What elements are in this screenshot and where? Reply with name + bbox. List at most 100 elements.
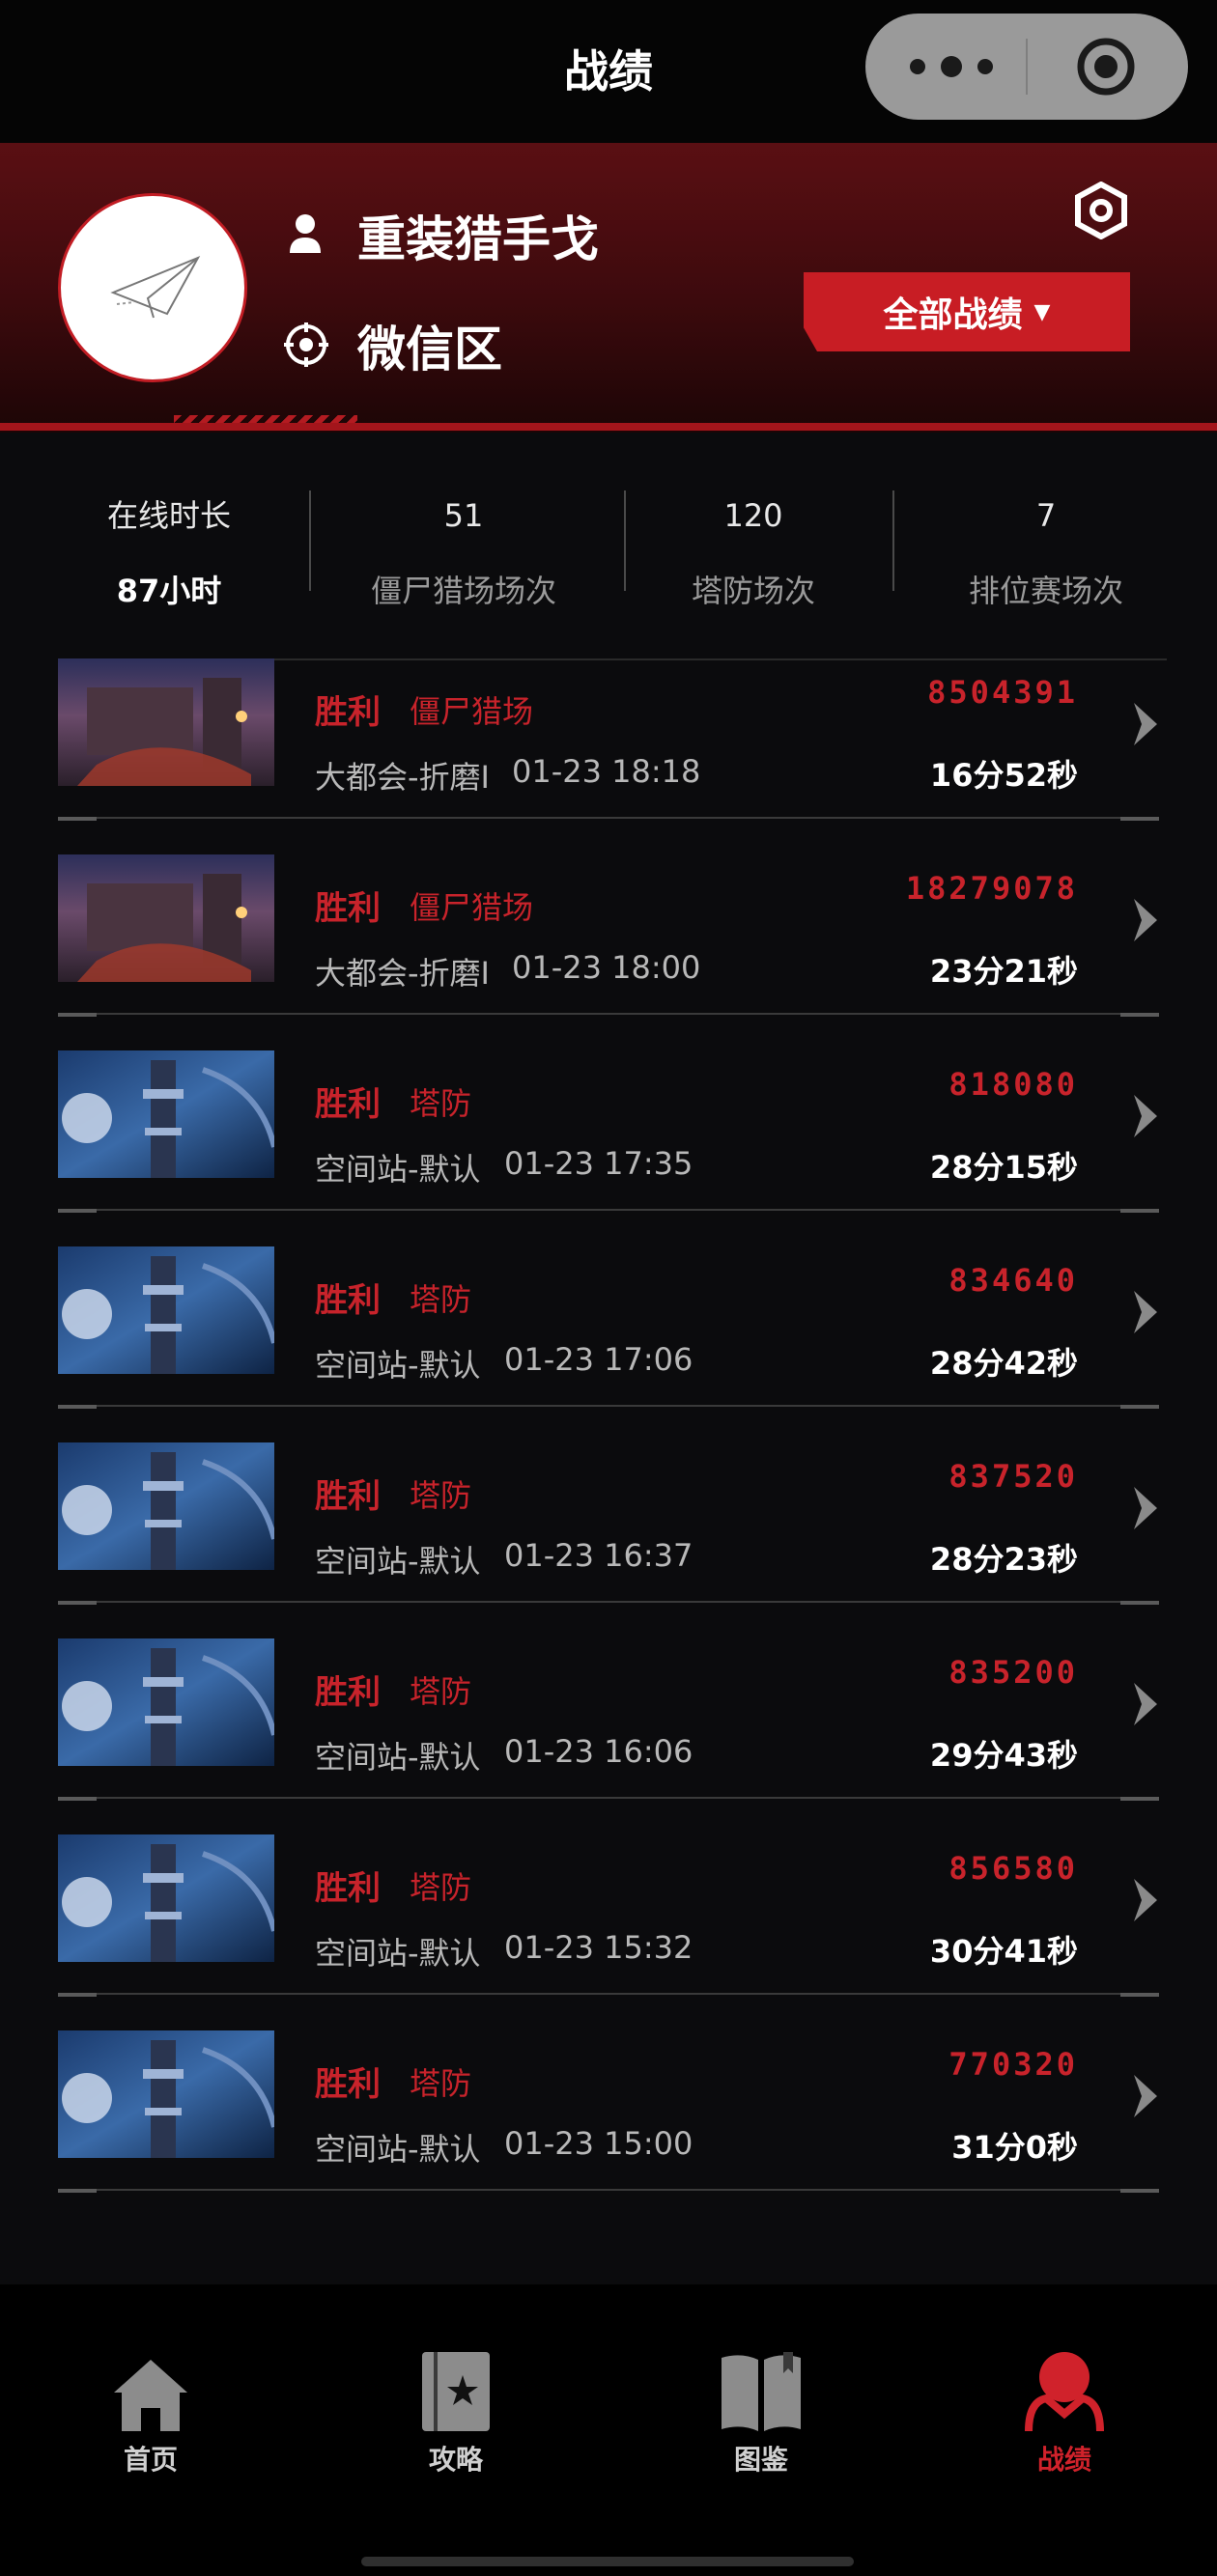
- match-mode: 塔防: [410, 1477, 472, 1514]
- row-divider-tick: [1120, 1993, 1159, 1997]
- row-divider: [58, 1013, 1159, 1015]
- match-time: 01-23 16:06: [504, 1733, 693, 1770]
- match-score: 770320: [948, 2046, 1078, 2083]
- match-time: 01-23 18:00: [512, 949, 701, 986]
- row-divider-tick: [1120, 1405, 1159, 1409]
- stat-label: 在线时长: [106, 497, 231, 534]
- match-mode: 僵尸猎场: [410, 693, 534, 730]
- stat-label: 僵尸猎场场次: [370, 573, 556, 609]
- match-row[interactable]: 胜利 塔防 空间站-默认 01-23 15:32 856580 30分41秒: [58, 1834, 1167, 2030]
- chevron-right-icon: [1134, 1879, 1157, 1921]
- row-divider-tick: [58, 1013, 97, 1017]
- profile-header: 重装猎手戈 微信区 全部战绩 ▼: [0, 143, 1217, 433]
- match-duration: 28分42秒: [929, 1345, 1078, 1382]
- match-mode: 塔防: [410, 1281, 472, 1318]
- row-divider: [58, 1993, 1159, 1995]
- match-result: 胜利: [315, 1673, 381, 1712]
- chevron-right-icon: [1134, 1683, 1157, 1725]
- capsule-divider: [1026, 39, 1028, 95]
- profile-icon: [1025, 2352, 1104, 2432]
- close-miniprogram-icon[interactable]: [1076, 37, 1136, 97]
- match-result: 胜利: [315, 1281, 381, 1320]
- map-name: 空间站-默认: [315, 1151, 481, 1188]
- match-row[interactable]: 胜利 僵尸猎场 大都会-折磨I 01-23 18:00 18279078 23分…: [58, 854, 1167, 1050]
- match-mode: 塔防: [410, 1085, 472, 1122]
- stat-value: 51: [443, 497, 484, 534]
- row-divider-tick: [58, 1209, 97, 1213]
- match-row[interactable]: 胜利 塔防 空间站-默认 01-23 17:06 834640 28分42秒: [58, 1246, 1167, 1442]
- map-thumbnail: [58, 1442, 274, 1570]
- row-divider: [58, 2189, 1159, 2191]
- open-book-icon: [722, 2352, 801, 2431]
- row-divider-tick: [58, 1797, 97, 1801]
- match-mode: 塔防: [410, 1673, 472, 1710]
- stat-value: 120: [723, 497, 783, 534]
- row-divider: [58, 817, 1159, 819]
- match-result: 胜利: [315, 889, 381, 928]
- bottom-navigation: 首页 攻略 图鉴 战绩: [0, 2284, 1217, 2576]
- stat-ranked: 7 排位赛场次: [935, 492, 1157, 614]
- match-time: 01-23 17:06: [504, 1341, 693, 1378]
- more-options-icon[interactable]: [898, 42, 1005, 91]
- match-row[interactable]: 胜利 僵尸猎场 大都会-折磨I 01-23 18:18 8504391 16分5…: [58, 658, 1167, 854]
- nav-item-codex[interactable]: 图鉴: [655, 2344, 867, 2478]
- nav-label: 攻略: [428, 2444, 483, 2476]
- match-mode: 僵尸猎场: [410, 889, 534, 926]
- region-icon: [284, 322, 328, 367]
- map-thumbnail: [58, 1638, 274, 1766]
- row-divider-tick: [1120, 2189, 1159, 2193]
- home-icon: [114, 2360, 187, 2431]
- nav-item-records[interactable]: 战绩: [958, 2344, 1171, 2478]
- stat-divider: [624, 490, 626, 591]
- match-mode: 塔防: [410, 1869, 472, 1906]
- stat-value: 7: [1035, 497, 1057, 534]
- map-thumbnail: [58, 1834, 274, 1962]
- match-score: 837520: [948, 1458, 1078, 1495]
- filter-label: 全部战绩: [883, 295, 1023, 335]
- match-score: 835200: [948, 1654, 1078, 1691]
- nav-item-home[interactable]: 首页: [44, 2344, 257, 2478]
- user-icon: [290, 214, 321, 253]
- match-result: 胜利: [315, 2065, 381, 2104]
- match-duration: 28分23秒: [929, 1541, 1078, 1578]
- match-row[interactable]: 胜利 塔防 空间站-默认 01-23 16:06 835200 29分43秒: [58, 1638, 1167, 1834]
- match-row[interactable]: 胜利 塔防 空间站-默认 01-23 15:00 770320 31分0秒: [58, 2030, 1167, 2226]
- settings-icon[interactable]: [1074, 182, 1128, 239]
- row-divider: [58, 1209, 1159, 1211]
- row-divider-tick: [58, 1405, 97, 1409]
- match-score: 8504391: [927, 674, 1078, 711]
- map-name: 空间站-默认: [315, 1347, 481, 1384]
- chevron-right-icon: [1134, 1095, 1157, 1137]
- caret-down-icon: ▼: [1033, 299, 1051, 324]
- avatar[interactable]: [58, 193, 247, 382]
- row-divider-tick: [58, 2189, 97, 2193]
- miniprogram-capsule: [865, 14, 1188, 120]
- map-thumbnail: [58, 1050, 274, 1178]
- stat-divider: [892, 490, 894, 591]
- map-thumbnail: [58, 854, 274, 982]
- home-indicator[interactable]: [361, 2557, 854, 2566]
- match-score: 818080: [948, 1066, 1078, 1103]
- stat-value: 87小时: [116, 573, 222, 609]
- row-divider-tick: [1120, 1601, 1159, 1605]
- nav-item-guide[interactable]: 攻略: [350, 2344, 562, 2478]
- map-name: 空间站-默认: [315, 2131, 481, 2168]
- row-divider-tick: [58, 1993, 97, 1997]
- match-row[interactable]: 胜利 塔防 空间站-默认 01-23 17:35 818080 28分15秒: [58, 1050, 1167, 1246]
- match-time: 01-23 18:18: [512, 753, 701, 790]
- row-divider: [58, 1797, 1159, 1799]
- username: 重装猎手戈: [357, 211, 599, 267]
- match-duration: 29分43秒: [929, 1737, 1078, 1774]
- match-time: 01-23 15:32: [504, 1929, 693, 1966]
- nav-label: 战绩: [1036, 2444, 1091, 2476]
- match-row[interactable]: 胜利 塔防 空间站-默认 01-23 16:37 837520 28分23秒: [58, 1442, 1167, 1638]
- nav-label: 首页: [123, 2444, 178, 2476]
- row-divider-tick: [58, 817, 97, 821]
- filter-all-records-button[interactable]: 全部战绩 ▼: [804, 272, 1130, 351]
- match-result: 胜利: [315, 1085, 381, 1124]
- stat-online-time: 在线时长 87小时: [58, 492, 280, 614]
- stat-label: 排位赛场次: [968, 573, 1123, 609]
- row-divider-tick: [1120, 1797, 1159, 1801]
- match-result: 胜利: [315, 1869, 381, 1908]
- row-divider-tick: [1120, 817, 1159, 821]
